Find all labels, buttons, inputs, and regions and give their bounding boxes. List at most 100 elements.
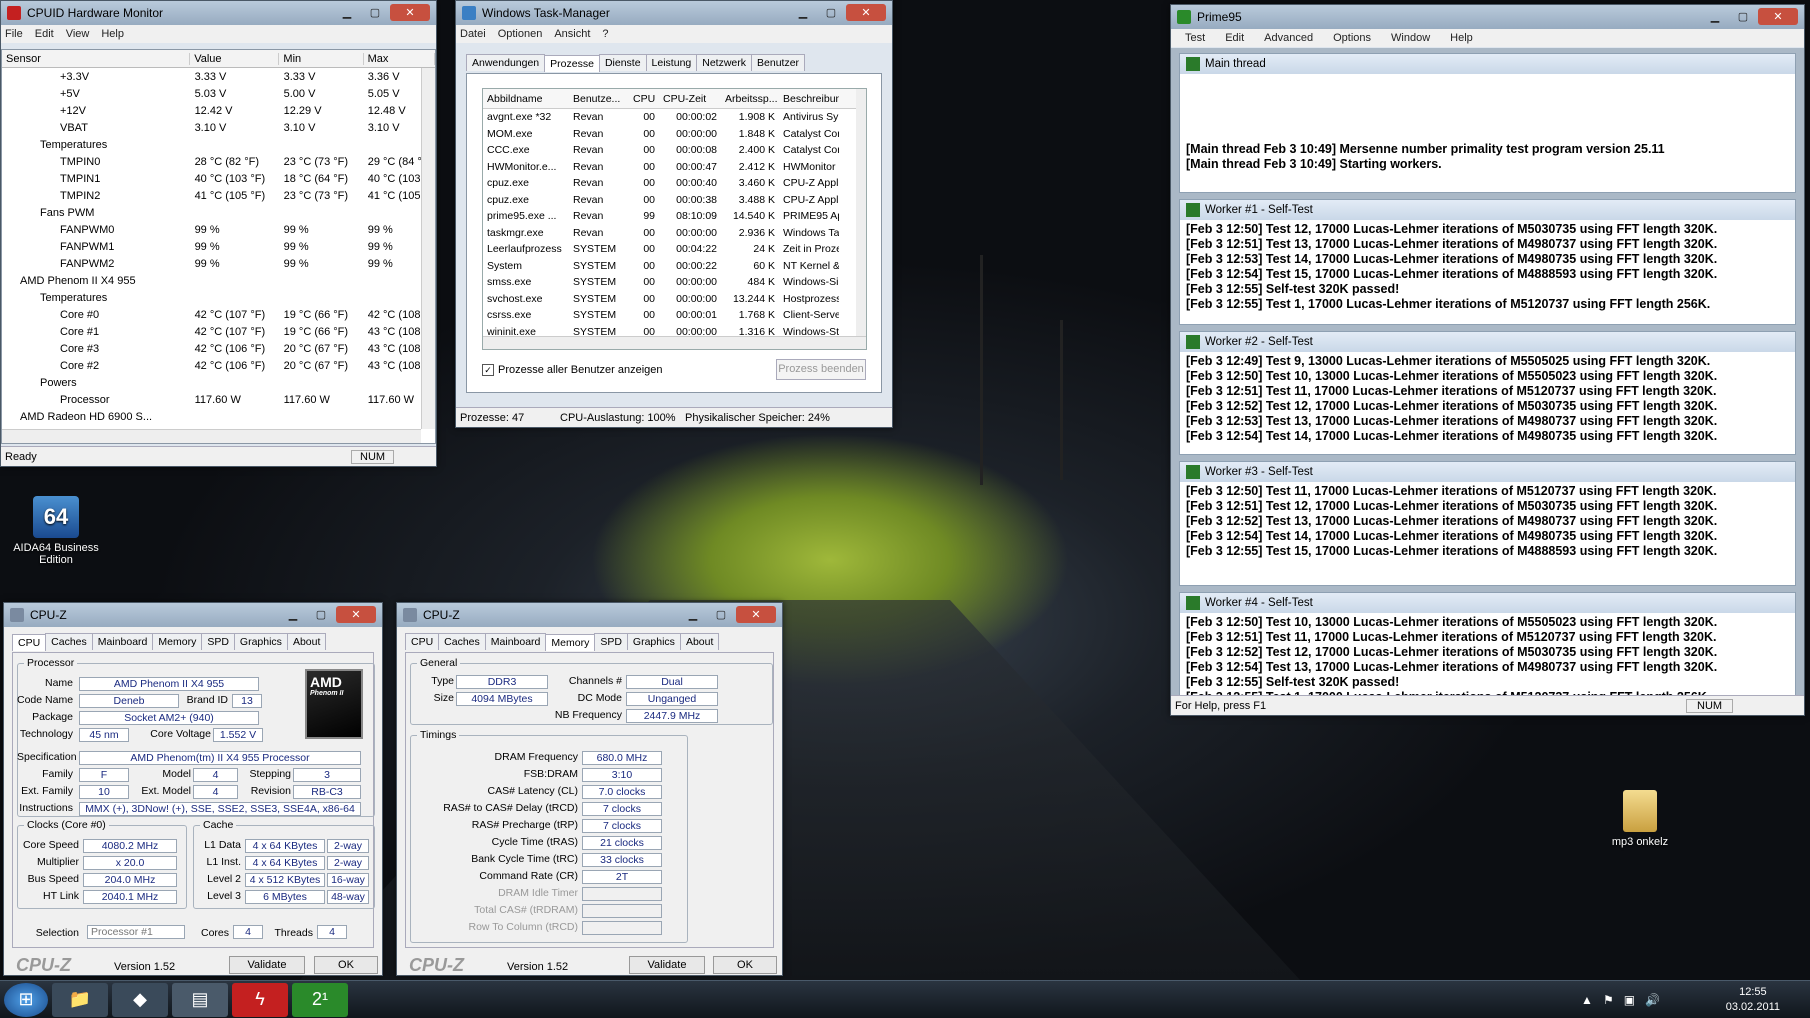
menu-item[interactable]: ?	[602, 28, 608, 40]
clock[interactable]: 12:55 03.02.2011	[1726, 985, 1780, 1015]
tab[interactable]: SPD	[594, 633, 628, 650]
menu-item[interactable]: Datei	[460, 28, 486, 40]
maximize-icon[interactable]: ▢	[362, 4, 388, 21]
sensor-row[interactable]: Temperatures	[2, 136, 435, 153]
worker-window-titlebar[interactable]: Worker #3 - Self-Test	[1180, 462, 1795, 482]
end-process-button[interactable]: Prozess beenden	[776, 359, 866, 380]
cpuz-taskbar-icon[interactable]: ◆	[112, 982, 168, 1017]
show-all-users-checkbox[interactable]: ✓ Prozesse aller Benutzer anzeigen	[482, 364, 662, 376]
column-header[interactable]: Value	[190, 52, 280, 65]
column-header[interactable]: Arbeitssp...	[721, 93, 779, 105]
vertical-scrollbar[interactable]	[421, 68, 435, 429]
worker-window-titlebar[interactable]: Main thread	[1180, 54, 1795, 74]
menu-item[interactable]: Advanced	[1264, 32, 1313, 44]
minimize-icon[interactable]: ▁	[1702, 8, 1728, 25]
process-row[interactable]: MOM.exe Revan 00 00:00:00 1.848 K Catalyst Co…	[483, 126, 866, 143]
column-header[interactable]: Benutze...	[569, 93, 629, 105]
menu-item[interactable]: View	[66, 28, 90, 40]
tab[interactable]: Mainboard	[484, 633, 547, 650]
network-icon[interactable]: ▣	[1624, 993, 1635, 1007]
menu-item[interactable]: Test	[1185, 32, 1205, 44]
tab[interactable]: Memory	[545, 634, 596, 651]
ok-button[interactable]: OK	[713, 956, 777, 974]
sensor-row[interactable]: Temperatures	[2, 289, 435, 306]
process-row[interactable]: svchost.exe SYSTEM 00 00:00:00 13.244 K Hostp…	[483, 291, 866, 308]
start-button-windows-icon[interactable]: ⊞	[4, 982, 48, 1017]
maximize-icon[interactable]: ▢	[1730, 8, 1756, 25]
process-row[interactable]: smss.exe SYSTEM 00 00:00:00 484 K Windows-Si	[483, 274, 866, 291]
sensor-row[interactable]: +5V 5.03 V 5.00 V 5.05 V	[2, 85, 435, 102]
menu-item[interactable]: Help	[101, 28, 124, 40]
sensor-row[interactable]: AMD Radeon HD 6900 S...	[2, 408, 435, 425]
minimize-icon[interactable]: ▁	[334, 4, 360, 21]
sensor-row[interactable]: Core #0 42 °C (107 °F) 19 °C (66 °F) 42 °C …	[2, 306, 435, 323]
tab[interactable]: SPD	[201, 633, 235, 650]
minimize-icon[interactable]: ▁	[280, 606, 306, 623]
worker-window-titlebar[interactable]: Worker #2 - Self-Test	[1180, 332, 1795, 352]
tray-expand-icon[interactable]: ▲	[1581, 993, 1593, 1007]
column-header[interactable]: Abbildname	[483, 93, 569, 105]
process-row[interactable]: cpuz.exe Revan 00 00:00:40 3.460 K CPU-Z Appl…	[483, 175, 866, 192]
close-icon[interactable]: ✕	[1758, 8, 1798, 25]
sensor-row[interactable]: FANPWM2 99 % 99 % 99 %	[2, 255, 435, 272]
tab[interactable]: Memory	[152, 633, 203, 650]
tab[interactable]: CPU	[12, 634, 47, 651]
tab[interactable]: Anwendungen	[466, 54, 546, 71]
sensor-row[interactable]: Fans PWM	[2, 204, 435, 221]
close-icon[interactable]: ✕	[390, 4, 430, 21]
sensor-row[interactable]: TMPIN0 28 °C (82 °F) 23 °C (73 °F) 29 °C (8…	[2, 153, 435, 170]
process-row[interactable]: Leerlaufprozess SYSTEM 00 00:04:22 24 K Zeit …	[483, 241, 866, 258]
aida64-desktop-icon[interactable]: 64 AIDA64 Business Edition	[10, 496, 102, 566]
processor-selection-dropdown[interactable]: Processor #1	[87, 925, 185, 939]
sensor-row[interactable]: +3.3V 3.33 V 3.33 V 3.36 V	[2, 68, 435, 85]
column-header[interactable]: Sensor	[2, 52, 191, 65]
menu-item[interactable]: Optionen	[498, 28, 543, 40]
worker-window[interactable]: Worker #2 - Self-Test [Feb 3 12:49] Test …	[1179, 331, 1796, 455]
horizontal-scrollbar[interactable]	[2, 429, 421, 443]
ok-button[interactable]: OK	[314, 956, 378, 974]
validate-button[interactable]: Validate	[629, 956, 705, 974]
hwmonitor-taskbar-icon[interactable]: ϟ	[232, 982, 288, 1017]
maximize-icon[interactable]: ▢	[818, 4, 844, 21]
sensor-row[interactable]: FANPWM0 99 % 99 % 99 %	[2, 221, 435, 238]
tab[interactable]: Mainboard	[91, 633, 154, 650]
tab[interactable]: Prozesse	[544, 55, 600, 72]
menu-item[interactable]: Ansicht	[554, 28, 590, 40]
tab[interactable]: CPU	[405, 633, 440, 650]
tab[interactable]: Dienste	[598, 54, 647, 71]
sensor-row[interactable]: TMPIN1 40 °C (103 °F) 18 °C (64 °F) 40 °C (…	[2, 170, 435, 187]
prime95-taskbar-icon[interactable]: 2¹	[292, 982, 348, 1017]
maximize-icon[interactable]: ▢	[308, 606, 334, 623]
mp3-folder-desktop-icon[interactable]: mp3 onkelz	[1600, 790, 1680, 848]
task-manager-titlebar[interactable]: Windows Task-Manager ▁ ▢ ✕	[456, 1, 892, 25]
sensor-row[interactable]: FANPWM1 99 % 99 % 99 %	[2, 238, 435, 255]
process-row[interactable]: csrss.exe SYSTEM 00 00:00:01 1.768 K Client-S…	[483, 307, 866, 324]
close-icon[interactable]: ✕	[336, 606, 376, 623]
tab[interactable]: About	[679, 633, 720, 650]
maximize-icon[interactable]: ▢	[708, 606, 734, 623]
tab[interactable]: Graphics	[626, 633, 681, 650]
close-icon[interactable]: ✕	[846, 4, 886, 21]
sensor-row[interactable]: Core #3 42 °C (106 °F) 20 °C (67 °F) 43 °C …	[2, 340, 435, 357]
minimize-icon[interactable]: ▁	[680, 606, 706, 623]
tab[interactable]: Netzwerk	[696, 54, 753, 71]
sensor-row[interactable]: TMPIN2 41 °C (105 °F) 23 °C (73 °F) 41 °C (…	[2, 187, 435, 204]
tab[interactable]: Caches	[45, 633, 93, 650]
flag-icon[interactable]: ⚑	[1603, 993, 1614, 1007]
tab[interactable]: Caches	[438, 633, 486, 650]
process-row[interactable]: avgnt.exe *32 Revan 00 00:00:02 1.908 K Antiv…	[483, 109, 866, 126]
tab[interactable]: About	[286, 633, 327, 650]
process-row[interactable]: taskmgr.exe Revan 00 00:00:00 2.936 K Windows…	[483, 225, 866, 242]
menu-item[interactable]: File	[5, 28, 23, 40]
hwmonitor-titlebar[interactable]: CPUID Hardware Monitor ▁ ▢ ✕	[1, 1, 436, 25]
vertical-scrollbar[interactable]	[856, 89, 866, 337]
process-row[interactable]: CCC.exe Revan 00 00:00:08 2.400 K Catalyst Co…	[483, 142, 866, 159]
sensor-row[interactable]: Processor 117.60 W 117.60 W 117.60 W	[2, 391, 435, 408]
tab[interactable]: Graphics	[233, 633, 288, 650]
sensor-row[interactable]: Core #2 42 °C (106 °F) 20 °C (67 °F) 43 °C …	[2, 357, 435, 374]
checkbox-checked-icon[interactable]: ✓	[482, 364, 494, 376]
tab[interactable]: Leistung	[645, 54, 698, 71]
menu-item[interactable]: Options	[1333, 32, 1371, 44]
column-header[interactable]: Max	[364, 52, 435, 65]
process-row[interactable]: cpuz.exe Revan 00 00:00:38 3.488 K CPU-Z Appl…	[483, 192, 866, 209]
